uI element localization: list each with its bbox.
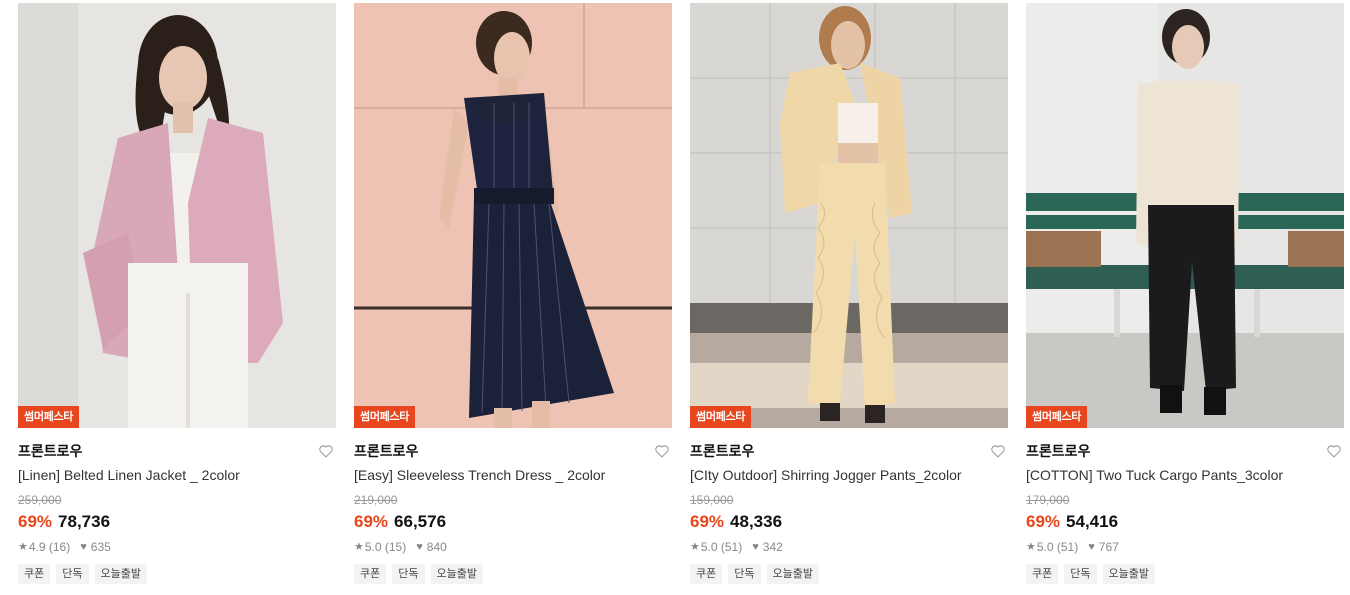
star-icon: ★ <box>690 541 700 553</box>
tag-exclusive: 단독 <box>56 564 89 584</box>
tag-today-shipping: 오늘출발 <box>766 564 819 584</box>
tag-exclusive: 단독 <box>392 564 425 584</box>
tag-coupon: 쿠폰 <box>1026 564 1059 584</box>
product-image-cargo-pants <box>1026 3 1344 428</box>
discount-rate: 69% <box>690 512 725 531</box>
review-meta: ★ 5.0 (51) ♥ 767 <box>1026 539 1344 555</box>
promo-badge: 썸머페스타 <box>690 406 752 428</box>
like-count: 840 <box>426 540 447 554</box>
star-icon: ★ <box>354 541 364 553</box>
product-name[interactable]: [COTTON] Two Tuck Cargo Pants_3color <box>1026 466 1344 484</box>
discount-rate: 69% <box>18 512 53 531</box>
promo-badge: 썸머페스타 <box>18 406 80 428</box>
brand-row: 프론트로우 <box>690 442 1008 460</box>
product-card[interactable]: 썸머페스타 프론트로우 [Linen] Belted Linen Jacket … <box>18 3 336 584</box>
like-count: 767 <box>1098 540 1119 554</box>
review-meta: ★ 4.9 (16) ♥ 635 <box>18 539 336 555</box>
product-image-trench-dress <box>354 3 672 428</box>
heart-icon[interactable] <box>1326 443 1342 459</box>
sale-price: 66,576 <box>394 512 447 531</box>
tag-coupon: 쿠폰 <box>354 564 387 584</box>
tag-today-shipping: 오늘출발 <box>1102 564 1155 584</box>
sale-price: 48,336 <box>730 512 783 531</box>
star-icon: ★ <box>18 541 28 553</box>
product-name[interactable]: [CIty Outdoor] Shirring Jogger Pants_2co… <box>690 466 1008 484</box>
rating-text: 4.9 (16) <box>28 540 71 554</box>
rating-text: 5.0 (15) <box>364 540 407 554</box>
product-card[interactable]: 썸머페스타 프론트로우 [CIty Outdoor] Shirring Jogg… <box>690 3 1008 584</box>
tag-coupon: 쿠폰 <box>690 564 723 584</box>
price-row: 69% 66,576 <box>354 511 672 533</box>
price-row: 69% 48,336 <box>690 511 1008 533</box>
like-icon: ♥ <box>416 541 423 553</box>
like-count: 342 <box>762 540 783 554</box>
product-photo[interactable]: 썸머페스타 <box>354 3 672 428</box>
promo-badge: 썸머페스타 <box>1026 406 1088 428</box>
product-photo[interactable]: 썸머페스타 <box>1026 3 1344 428</box>
price-row: 69% 54,416 <box>1026 511 1344 533</box>
product-name[interactable]: [Linen] Belted Linen Jacket _ 2color <box>18 466 336 484</box>
brand-row: 프론트로우 <box>354 442 672 460</box>
heart-icon[interactable] <box>990 443 1006 459</box>
review-meta: ★ 5.0 (51) ♥ 342 <box>690 539 1008 555</box>
brand-name[interactable]: 프론트로우 <box>354 442 672 460</box>
brand-name[interactable]: 프론트로우 <box>690 442 1008 460</box>
rating-text: 5.0 (51) <box>700 540 743 554</box>
sale-price: 54,416 <box>1066 512 1119 531</box>
tag-list: 쿠폰 단독 오늘출발 <box>18 564 336 584</box>
original-price: 179,000 <box>1026 493 1070 507</box>
tag-list: 쿠폰 단독 오늘출발 <box>690 564 1008 584</box>
like-count: 635 <box>90 540 111 554</box>
discount-rate: 69% <box>354 512 389 531</box>
discount-rate: 69% <box>1026 512 1061 531</box>
tag-exclusive: 단독 <box>1064 564 1097 584</box>
tag-today-shipping: 오늘출발 <box>94 564 147 584</box>
review-meta: ★ 5.0 (15) ♥ 840 <box>354 539 672 555</box>
tag-list: 쿠폰 단독 오늘출발 <box>354 564 672 584</box>
product-card[interactable]: 썸머페스타 프론트로우 [COTTON] Two Tuck Cargo Pant… <box>1026 3 1344 584</box>
product-name[interactable]: [Easy] Sleeveless Trench Dress _ 2color <box>354 466 672 484</box>
price-row: 69% 78,736 <box>18 511 336 533</box>
original-price: 259,000 <box>18 493 62 507</box>
heart-icon[interactable] <box>318 443 334 459</box>
promo-badge: 썸머페스타 <box>354 406 416 428</box>
product-photo[interactable]: 썸머페스타 <box>690 3 1008 428</box>
star-icon: ★ <box>1026 541 1036 553</box>
brand-row: 프론트로우 <box>1026 442 1344 460</box>
tag-today-shipping: 오늘출발 <box>430 564 483 584</box>
product-image-linen-jacket <box>18 3 336 428</box>
like-icon: ♥ <box>1088 541 1095 553</box>
original-price: 219,000 <box>354 493 398 507</box>
brand-name[interactable]: 프론트로우 <box>18 442 336 460</box>
like-icon: ♥ <box>80 541 87 553</box>
product-card[interactable]: 썸머페스타 프론트로우 [Easy] Sleeveless Trench Dre… <box>354 3 672 584</box>
brand-row: 프론트로우 <box>18 442 336 460</box>
like-icon: ♥ <box>752 541 759 553</box>
original-price: 159,000 <box>690 493 734 507</box>
tag-exclusive: 단독 <box>728 564 761 584</box>
tag-list: 쿠폰 단독 오늘출발 <box>1026 564 1344 584</box>
sale-price: 78,736 <box>58 512 111 531</box>
product-image-jogger-pants <box>690 3 1008 428</box>
heart-icon[interactable] <box>654 443 670 459</box>
tag-coupon: 쿠폰 <box>18 564 51 584</box>
product-photo[interactable]: 썸머페스타 <box>18 3 336 428</box>
brand-name[interactable]: 프론트로우 <box>1026 442 1344 460</box>
product-grid: 썸머페스타 프론트로우 [Linen] Belted Linen Jacket … <box>0 0 1350 595</box>
rating-text: 5.0 (51) <box>1036 540 1079 554</box>
